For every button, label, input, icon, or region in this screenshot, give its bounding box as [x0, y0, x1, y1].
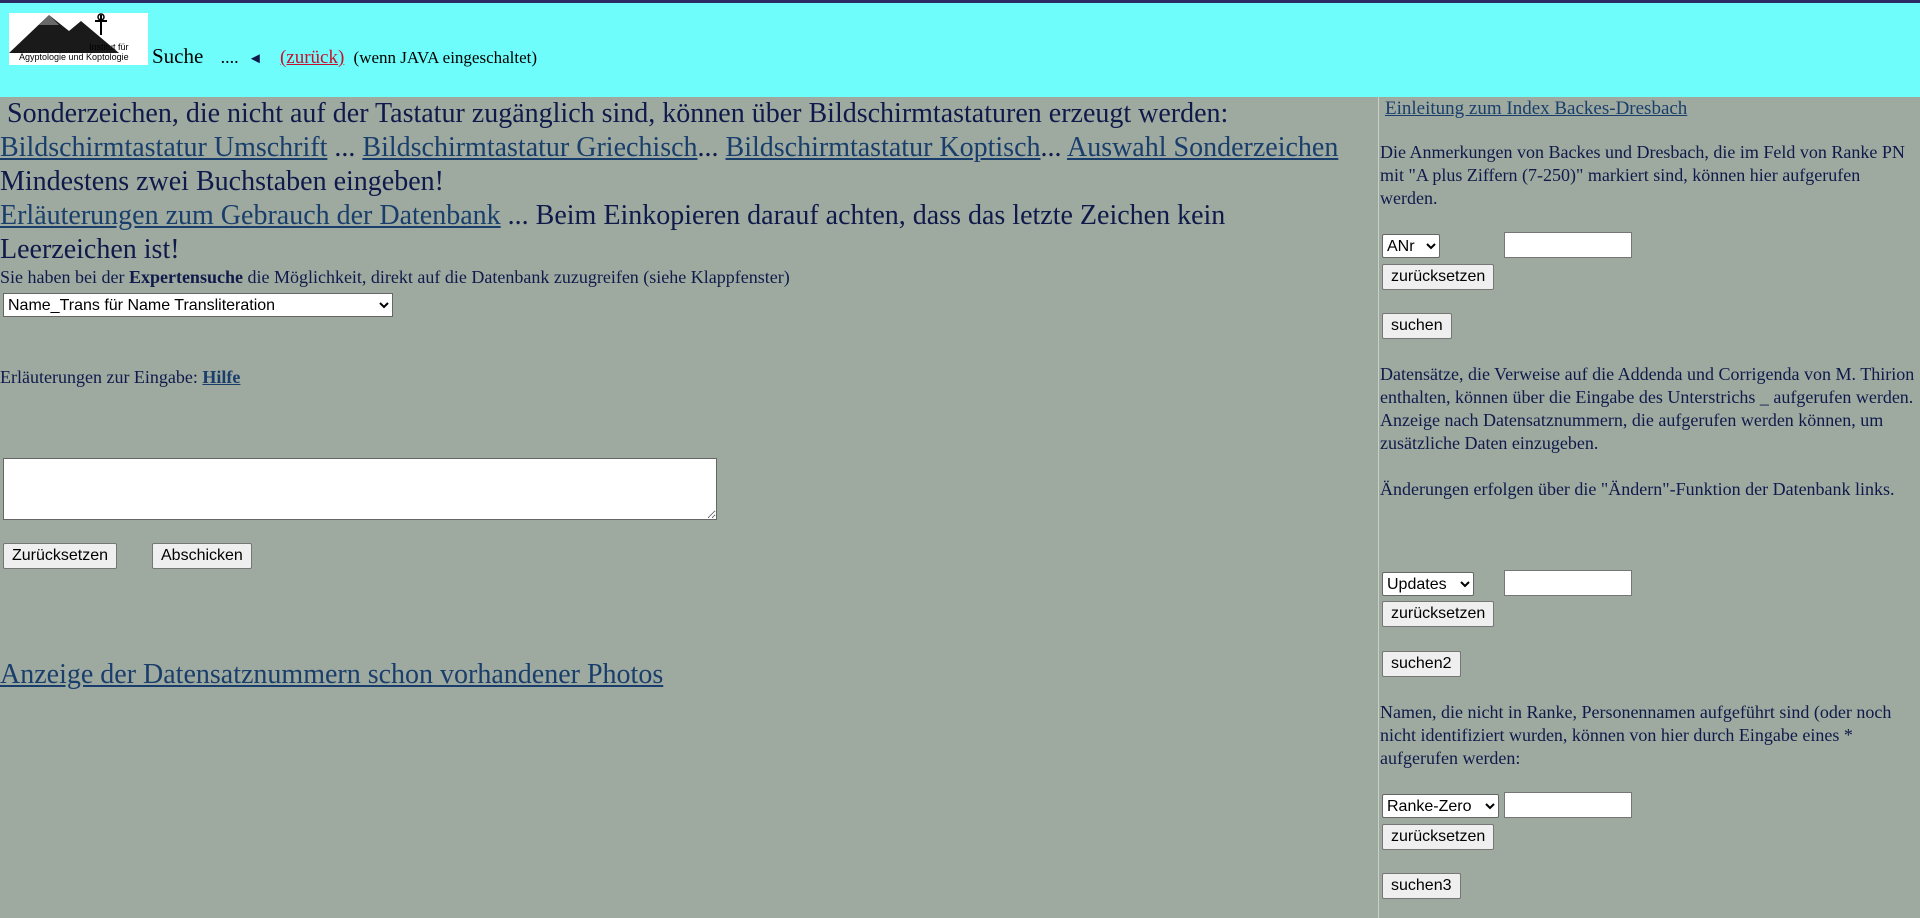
intro-paragraph: Sonderzeichen, die nicht auf der Tastatu…: [0, 97, 1350, 267]
link-umschrift-keyboard[interactable]: Bildschirmtastatur Umschrift: [0, 132, 327, 163]
separator: ...: [697, 132, 726, 163]
help-line: Erläuterungen zur Eingabe: Hilfe: [0, 367, 240, 388]
submit-button[interactable]: Abschicken: [152, 543, 252, 569]
header-line: Suche .... ◄ (zurück) (wenn JAVA eingesc…: [152, 44, 537, 69]
institute-logo[interactable]: Institut für Ägyptologie und Koptologie: [9, 13, 148, 65]
anr-search-button[interactable]: suchen: [1382, 313, 1452, 339]
updates-change-note: Änderungen erfolgen über die "Ändern"-Fu…: [1380, 479, 1895, 499]
page-title: Suche: [152, 44, 204, 68]
updates-description-text: Datensätze, die Verweise auf die Addenda…: [1380, 364, 1915, 453]
index-intro-link[interactable]: Einleitung zum Index Backes-Dresbach: [1385, 98, 1687, 120]
logo-text-line1: Institut für: [89, 42, 129, 52]
reset-button[interactable]: Zurücksetzen: [3, 543, 118, 569]
header-bar: Institut für Ägyptologie und Koptologie …: [0, 0, 1920, 97]
ranke-zero-search-button[interactable]: suchen3: [1382, 873, 1461, 899]
intro-text: Sonderzeichen, die nicht auf der Tastatu…: [7, 98, 1229, 129]
ranke-zero-description: Namen, die nicht in Ranke, Personennamen…: [1380, 702, 1892, 768]
anr-input[interactable]: [1504, 232, 1632, 258]
sidebar: Einleitung zum Index Backes-Dresbach Die…: [1378, 97, 1920, 918]
link-special-characters[interactable]: Auswahl Sonderzeichen: [1067, 132, 1338, 163]
query-textarea[interactable]: [3, 458, 717, 520]
anr-reset-button[interactable]: zurücksetzen: [1382, 264, 1495, 290]
updates-search-button[interactable]: suchen2: [1382, 651, 1461, 677]
expert-post: die Möglichkeit, direkt auf die Datenban…: [242, 267, 790, 287]
java-note: (wenn JAVA eingeschaltet): [353, 48, 538, 67]
min-chars-note: Mindestens zwei Buchstaben eingeben!: [0, 166, 444, 197]
photos-link[interactable]: Anzeige der Datensatznummern schon vorha…: [0, 659, 663, 691]
separator: ...: [327, 132, 363, 163]
expert-pre: Sie haben bei der: [0, 267, 129, 287]
help-label: Erläuterungen zur Eingabe:: [0, 367, 203, 387]
separator: ...: [1040, 132, 1067, 163]
expert-note: Sie haben bei der Expertensuche die Mögl…: [0, 267, 790, 288]
logo-text-line2: Ägyptologie und Koptologie: [19, 52, 129, 62]
ranke-zero-reset-button[interactable]: zurücksetzen: [1382, 824, 1495, 850]
ranke-zero-select[interactable]: Ranke-Zero: [1382, 794, 1499, 818]
field-select[interactable]: Name_Trans für Name Transliteration: [3, 293, 393, 317]
link-coptic-keyboard[interactable]: Bildschirmtastatur Koptisch: [726, 132, 1041, 163]
expert-bold: Expertensuche: [128, 267, 243, 287]
help-link[interactable]: Hilfe: [202, 367, 240, 387]
updates-select[interactable]: Updates: [1382, 572, 1474, 596]
anr-select[interactable]: ANr: [1382, 234, 1440, 258]
link-database-help[interactable]: Erläuterungen zum Gebrauch der Datenbank: [0, 200, 501, 231]
ranke-zero-input[interactable]: [1504, 792, 1632, 818]
link-greek-keyboard[interactable]: Bildschirmtastatur Griechisch: [362, 132, 697, 163]
main-content: Sonderzeichen, die nicht auf der Tastatu…: [0, 97, 1378, 918]
updates-reset-button[interactable]: zurücksetzen: [1382, 601, 1495, 627]
updates-input[interactable]: [1504, 570, 1632, 596]
back-arrow-icon: ◄: [247, 51, 263, 67]
title-dots: ....: [220, 47, 239, 67]
back-link[interactable]: (zurück): [280, 47, 344, 68]
anr-description: Die Anmerkungen von Backes und Dresbach,…: [1380, 142, 1905, 208]
updates-description: Datensätze, die Verweise auf die Addenda…: [1380, 363, 1915, 501]
